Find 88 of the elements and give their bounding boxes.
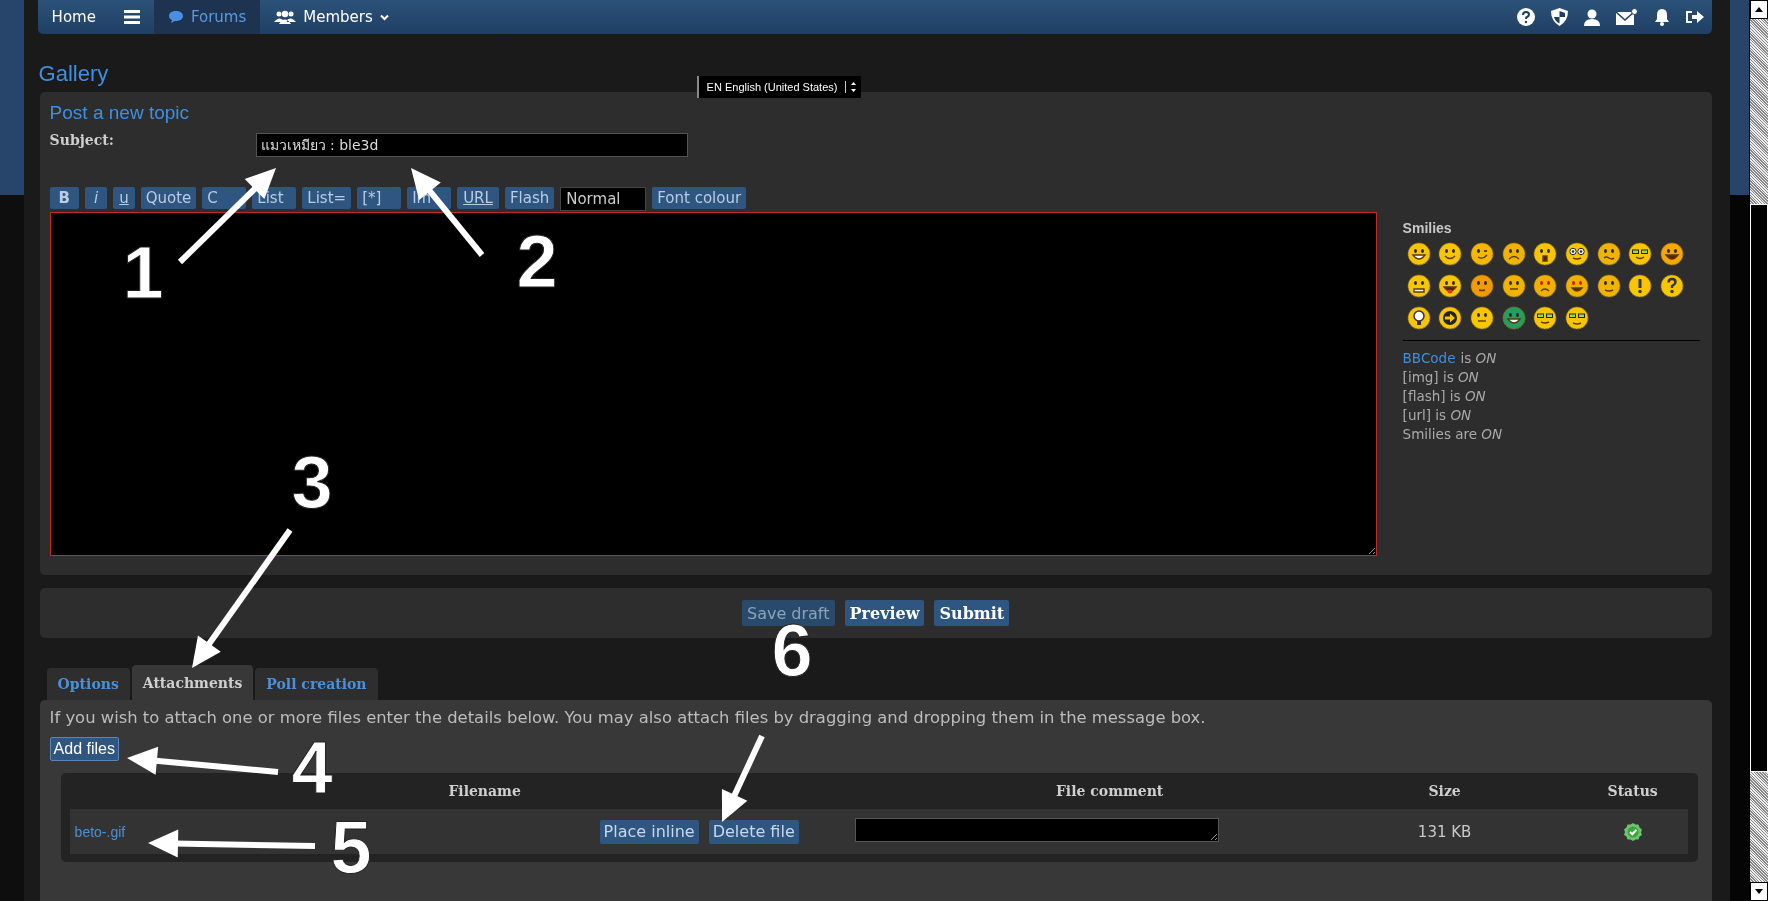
bbcode-status-line: [flash] is ON: [1402, 387, 1487, 406]
shield-icon[interactable]: [1550, 8, 1568, 26]
smiley-icon[interactable]: [1438, 274, 1463, 298]
help-icon[interactable]: [1516, 8, 1535, 26]
scroll-thumb[interactable]: [1750, 204, 1768, 772]
smiley-icon[interactable]: [1501, 242, 1526, 266]
smiley-icon[interactable]: [1628, 274, 1653, 298]
form-button[interactable]: Preview: [844, 600, 925, 626]
annotation-number: 1: [122, 231, 164, 314]
smiley-icon[interactable]: [1596, 274, 1621, 298]
scroll-up-button[interactable]: [1750, 0, 1768, 19]
format-button[interactable]: Flash: [504, 187, 555, 209]
format-button[interactable]: i: [85, 187, 108, 209]
annotation-number: 4: [291, 726, 333, 809]
scrollbar[interactable]: [1749, 0, 1768, 901]
bbcode-status-line: Smilies are ON: [1402, 425, 1504, 444]
format-button[interactable]: C: [202, 187, 247, 209]
file-comment-field[interactable]: [854, 817, 1219, 842]
smiley-icon[interactable]: [1660, 274, 1685, 298]
panel-title: Post a new topic: [49, 102, 190, 124]
bbcode-status-line: [url] is ON: [1402, 406, 1473, 425]
table-cell-text: 131 KB: [1416, 822, 1473, 841]
annotation-number: 3: [291, 441, 333, 524]
smiley-icon[interactable]: [1628, 242, 1653, 266]
attachments-instructions: If you wish to attach one or more files enter the details below. You may also attach files by dragging and dropping them in the message box.: [49, 708, 1207, 727]
column-header: Status: [1606, 783, 1659, 799]
smiley-icon[interactable]: [1470, 242, 1494, 266]
logout-icon[interactable]: [1685, 9, 1704, 25]
subject-label: Subject:: [49, 132, 115, 148]
format-button[interactable]: Quote: [140, 187, 197, 209]
smiley-icon[interactable]: [1470, 274, 1494, 298]
smiley-icon[interactable]: [1533, 306, 1558, 330]
tab[interactable]: Options: [46, 668, 130, 700]
file-action-button[interactable]: Place inline: [599, 819, 699, 844]
user-icon[interactable]: [1583, 8, 1600, 26]
file-action-button[interactable]: Delete file: [708, 819, 799, 844]
format-button[interactable]: B: [49, 187, 80, 209]
subject-field[interactable]: แมวเหมียว : ble3d: [255, 133, 688, 157]
format-button[interactable]: Font colour: [652, 187, 747, 209]
smiley-icon[interactable]: [1660, 242, 1685, 266]
smiley-icon[interactable]: [1470, 306, 1494, 330]
bbcode-link[interactable]: BBCode: [1402, 350, 1456, 366]
up-arrow-icon: [1755, 7, 1764, 12]
bbcode-status-line: BBCode is ON: [1402, 349, 1498, 368]
speech-bubble-icon: [167, 10, 184, 24]
format-button[interactable]: URL: [457, 187, 499, 209]
bell-icon[interactable]: [1653, 8, 1670, 26]
annotation-number: 2: [516, 220, 558, 303]
page-title: Gallery: [38, 61, 109, 87]
smiley-icon[interactable]: [1565, 274, 1590, 298]
annotation-number: 5: [330, 806, 372, 889]
caret-icon: [379, 13, 389, 21]
smiley-icon[interactable]: [1596, 242, 1621, 266]
smiley-icon[interactable]: [1565, 306, 1590, 330]
check-icon: [1623, 822, 1642, 841]
smiley-icon[interactable]: [1438, 242, 1463, 266]
smiley-icon[interactable]: [1438, 306, 1463, 330]
smiley-icon[interactable]: [1565, 242, 1590, 266]
people-icon: [274, 10, 297, 24]
bbcode-status-line: [img] is ON: [1402, 368, 1480, 387]
format-button[interactable]: u: [113, 187, 135, 209]
nav-link[interactable]: Members: [260, 0, 403, 34]
smiley-icon[interactable]: [1533, 242, 1558, 266]
smiley-icon[interactable]: [1406, 242, 1431, 266]
add-files-button[interactable]: Add files: [49, 737, 119, 761]
smiley-icon[interactable]: [1406, 274, 1431, 298]
smiley-icon[interactable]: [1406, 306, 1431, 330]
mail-icon[interactable]: [1615, 8, 1638, 26]
smilies-heading: Smilies: [1402, 220, 1453, 236]
nav-link[interactable]: Home: [37, 0, 110, 34]
format-button[interactable]: List=: [302, 187, 352, 209]
tab[interactable]: Poll creation: [255, 668, 378, 700]
column-header: Size: [1427, 783, 1462, 799]
scroll-down-button[interactable]: [1750, 882, 1768, 901]
font-size-select[interactable]: Normal: [560, 187, 647, 211]
language-select[interactable]: EN English (United States): [696, 76, 862, 98]
format-button[interactable]: [*]: [357, 187, 402, 209]
file-link[interactable]: beto-.gif: [74, 824, 126, 840]
tab[interactable]: Attachments: [131, 665, 254, 700]
smiley-icon[interactable]: [1501, 274, 1526, 298]
form-button[interactable]: Submit: [934, 600, 1010, 626]
menu-icon: [123, 10, 140, 24]
down-arrow-icon: [1755, 889, 1764, 894]
column-header: Filename: [447, 783, 522, 799]
spinner-icon: [845, 81, 858, 93]
nav-link[interactable]: Forums: [153, 0, 261, 34]
smiley-icon[interactable]: [1533, 274, 1558, 298]
column-header: File comment: [1054, 783, 1165, 799]
